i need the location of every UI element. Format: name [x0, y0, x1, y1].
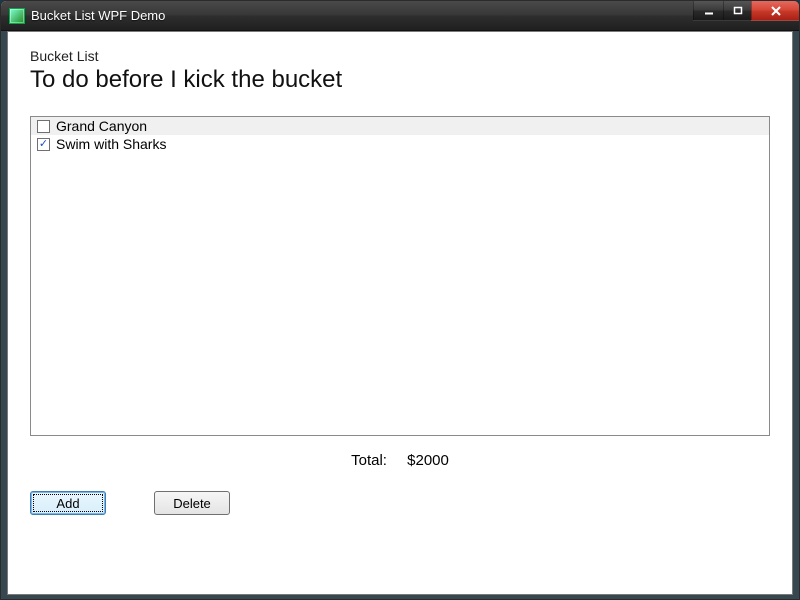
- total-value: $2000: [407, 452, 449, 469]
- list-item[interactable]: ✓ Swim with Sharks: [31, 135, 769, 153]
- total-row: Total: $2000: [30, 452, 770, 469]
- maximize-icon: [733, 6, 743, 16]
- close-button[interactable]: [751, 1, 799, 21]
- heading-small: Bucket List: [30, 48, 770, 64]
- maximize-button[interactable]: [723, 1, 751, 21]
- list-item-label: Swim with Sharks: [56, 136, 166, 152]
- checkbox-icon[interactable]: ✓: [37, 138, 50, 151]
- list-item-label: Grand Canyon: [56, 118, 147, 134]
- client-chrome: Bucket List To do before I kick the buck…: [1, 31, 799, 600]
- total-label: Total:: [351, 452, 387, 469]
- minimize-button[interactable]: [693, 1, 723, 21]
- button-row: Add Delete: [30, 491, 770, 515]
- list-item[interactable]: ✓ Grand Canyon: [31, 117, 769, 135]
- delete-button[interactable]: Delete: [154, 491, 230, 515]
- app-icon: [9, 8, 25, 24]
- window-title: Bucket List WPF Demo: [31, 8, 165, 23]
- add-button[interactable]: Add: [30, 491, 106, 515]
- close-icon: [770, 6, 782, 16]
- heading-large: To do before I kick the bucket: [30, 66, 770, 94]
- bucket-listbox[interactable]: ✓ Grand Canyon ✓ Swim with Sharks: [30, 116, 770, 436]
- window-control-group: [693, 1, 799, 21]
- client-area: Bucket List To do before I kick the buck…: [7, 31, 793, 595]
- checkbox-icon[interactable]: ✓: [37, 120, 50, 133]
- titlebar[interactable]: Bucket List WPF Demo: [1, 1, 799, 31]
- minimize-icon: [704, 6, 714, 16]
- window-frame: Bucket List WPF Demo Bucket List To do b…: [0, 0, 800, 600]
